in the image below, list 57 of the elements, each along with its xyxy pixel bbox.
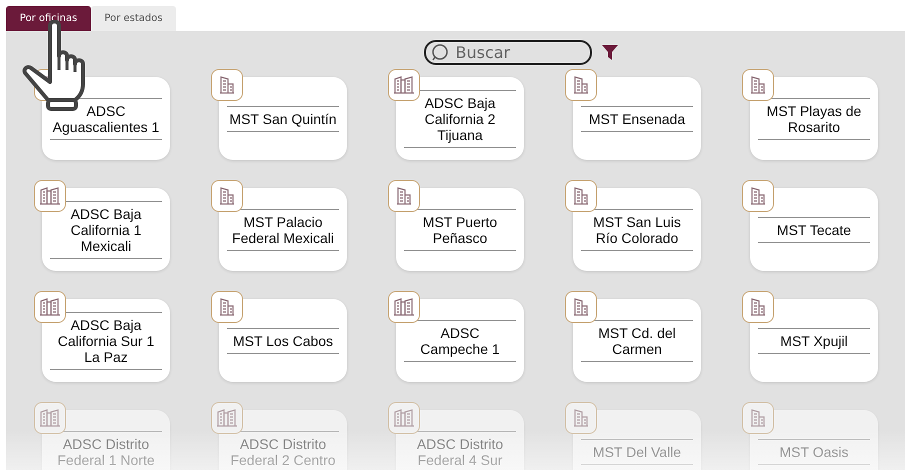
office-card[interactable]: MST Playas de Rosarito: [750, 77, 878, 160]
building-icon: [751, 187, 765, 205]
office-name: MST Cd. del Carmen: [597, 324, 677, 356]
building-icon: [751, 76, 765, 94]
office-name: MST Puerto Peñasco: [422, 214, 498, 246]
office-name: ADSC Baja California 2 Tijuana: [424, 94, 496, 142]
buildings-icon: [394, 298, 414, 316]
building-icon: [220, 187, 234, 205]
building-icon: [574, 298, 588, 316]
office-card[interactable]: ADSC Baja California 1 Mexicali: [42, 188, 170, 271]
buildings-icon: [40, 409, 60, 427]
office-card[interactable]: ADSC Baja California Sur 1 La Paz: [42, 299, 170, 382]
office-card[interactable]: ADSC Campeche 1: [396, 299, 524, 382]
building-icon: [751, 298, 765, 316]
building-icon: [574, 409, 588, 427]
building-icon: [751, 409, 765, 427]
office-name: ADSC Aguascalientes 1: [52, 102, 160, 134]
buildings-icon: [217, 409, 237, 427]
office-card[interactable]: MST Cd. del Carmen: [573, 299, 701, 382]
office-card[interactable]: MST Xpujil: [750, 299, 878, 382]
office-name: ADSC Baja California 1 Mexicali: [70, 206, 142, 254]
building-icon: [574, 76, 588, 94]
office-name: MST Playas de Rosarito: [766, 102, 862, 134]
building-icon: [220, 298, 234, 316]
office-name: ADSC Campeche 1: [419, 324, 501, 356]
buildings-icon: [40, 298, 60, 316]
filter-icon[interactable]: [602, 45, 618, 60]
office-card[interactable]: MST Los Cabos: [219, 299, 347, 382]
office-name: MST San Quintín: [228, 110, 338, 126]
tab[interactable]: Por estados: [91, 6, 176, 31]
office-name: ADSC Baja California Sur 1 La Paz: [56, 316, 156, 364]
office-name: ADSC Distrito Federal 4 Sur: [416, 436, 504, 468]
office-name: ADSC Distrito Federal 1 Norte: [56, 436, 156, 468]
office-name: MST San Luis Río Colorado: [592, 214, 682, 246]
office-card[interactable]: MST Tecate: [750, 188, 878, 271]
building-icon: [574, 187, 588, 205]
office-name: MST Del Valle: [592, 444, 682, 460]
office-card[interactable]: MST Palacio Federal Mexicali: [219, 188, 347, 271]
tab[interactable]: Por oficinas: [6, 6, 91, 31]
buildings-icon: [394, 76, 414, 94]
building-icon: [397, 187, 411, 205]
office-card[interactable]: MST San Luis Río Colorado: [573, 188, 701, 271]
office-name: MST Los Cabos: [232, 332, 334, 348]
buildings-icon: [40, 187, 60, 205]
office-card[interactable]: MST Ensenada: [573, 77, 701, 160]
office-name: MST Palacio Federal Mexicali: [231, 214, 335, 246]
office-card[interactable]: MST San Quintín: [219, 77, 347, 160]
buildings-icon: [394, 409, 414, 427]
office-name: MST Ensenada: [588, 110, 686, 126]
office-name: MST Oasis: [778, 444, 850, 460]
office-name: MST Xpujil: [779, 332, 849, 348]
office-card[interactable]: MST Puerto Peñasco: [396, 188, 524, 271]
office-name: MST Tecate: [776, 222, 852, 238]
search-field[interactable]: Buscar: [424, 40, 592, 65]
office-name: ADSC Distrito Federal 2 Centro: [229, 436, 337, 468]
building-icon: [220, 76, 234, 94]
office-card[interactable]: ADSC Baja California 2 Tijuana: [396, 77, 524, 160]
